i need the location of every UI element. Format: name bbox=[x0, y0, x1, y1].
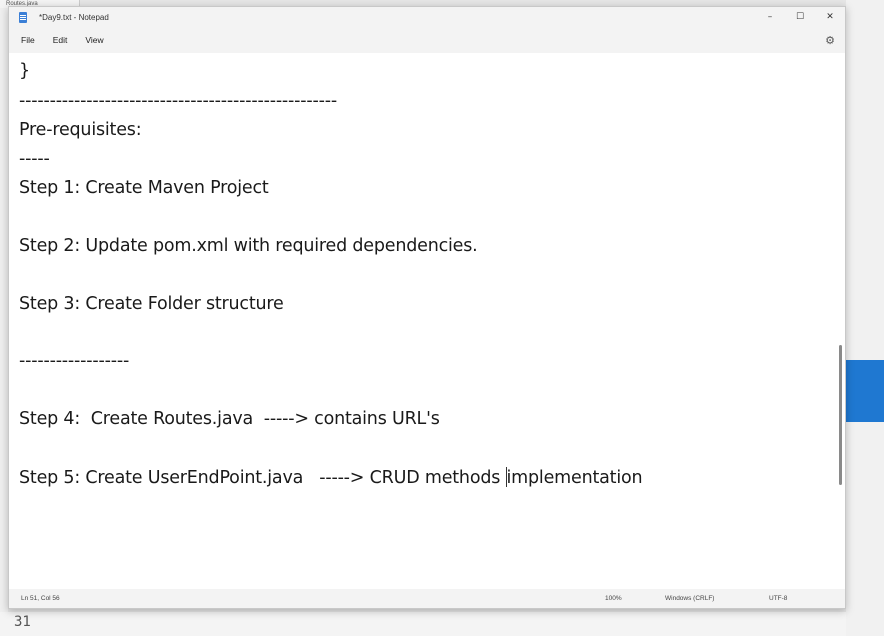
editor-line: ----------------------------------------… bbox=[19, 91, 337, 111]
editor-line: Step 1: Create Maven Project bbox=[19, 178, 269, 198]
editor-line-text: implementation bbox=[506, 468, 643, 488]
settings-gear-icon[interactable]: ⚙ bbox=[825, 34, 835, 47]
window-controls: – ☐ ✕ bbox=[755, 7, 845, 27]
editor-line: ----- bbox=[19, 149, 50, 169]
background-line-number: 31 bbox=[14, 614, 31, 630]
menu-edit[interactable]: Edit bbox=[45, 32, 76, 48]
editor-line-with-caret: Step 5: Create UserEndPoint.java -----> … bbox=[19, 467, 643, 488]
editor-line: Step 3: Create Folder structure bbox=[19, 294, 284, 314]
background-accent-block bbox=[846, 360, 884, 422]
notepad-icon bbox=[19, 11, 27, 23]
menu-bar: File Edit View ⚙ bbox=[9, 27, 845, 53]
background-editor-strip bbox=[0, 612, 846, 636]
window-title: *Day9.txt - Notepad bbox=[39, 12, 109, 22]
line-ending: Windows (CRLF) bbox=[665, 595, 715, 602]
editor-line: Step 4: Create Routes.java -----> contai… bbox=[19, 409, 440, 429]
close-icon: ✕ bbox=[826, 12, 834, 22]
editor-line: Step 2: Update pom.xml with required dep… bbox=[19, 236, 478, 256]
editor-line-text: Step 5: Create UserEndPoint.java -----> … bbox=[19, 468, 506, 488]
maximize-button[interactable]: ☐ bbox=[785, 7, 815, 27]
encoding: UTF-8 bbox=[769, 595, 788, 602]
title-bar[interactable]: *Day9.txt - Notepad – ☐ ✕ bbox=[9, 7, 845, 27]
editor-line: ------------------ bbox=[19, 351, 130, 371]
notepad-window: *Day9.txt - Notepad – ☐ ✕ File Edit View… bbox=[8, 6, 846, 609]
status-bar: Ln 51, Col 56 100% Windows (CRLF) UTF-8 bbox=[9, 589, 845, 608]
menu-file[interactable]: File bbox=[13, 32, 43, 48]
background-panel-right bbox=[846, 0, 884, 636]
zoom-level: 100% bbox=[605, 595, 622, 602]
editor-line: Pre-requisites: bbox=[19, 120, 142, 140]
editor-line: } bbox=[19, 61, 30, 81]
close-button[interactable]: ✕ bbox=[815, 7, 845, 27]
background-panel-left bbox=[0, 8, 8, 636]
minimize-icon: – bbox=[767, 12, 773, 22]
maximize-icon: ☐ bbox=[795, 12, 805, 22]
cursor-position: Ln 51, Col 56 bbox=[21, 595, 60, 602]
minimize-button[interactable]: – bbox=[755, 7, 785, 27]
menu-view[interactable]: View bbox=[77, 32, 111, 48]
vertical-scrollbar-thumb[interactable] bbox=[839, 345, 842, 485]
text-editor[interactable]: } --------------------------------------… bbox=[9, 53, 845, 591]
